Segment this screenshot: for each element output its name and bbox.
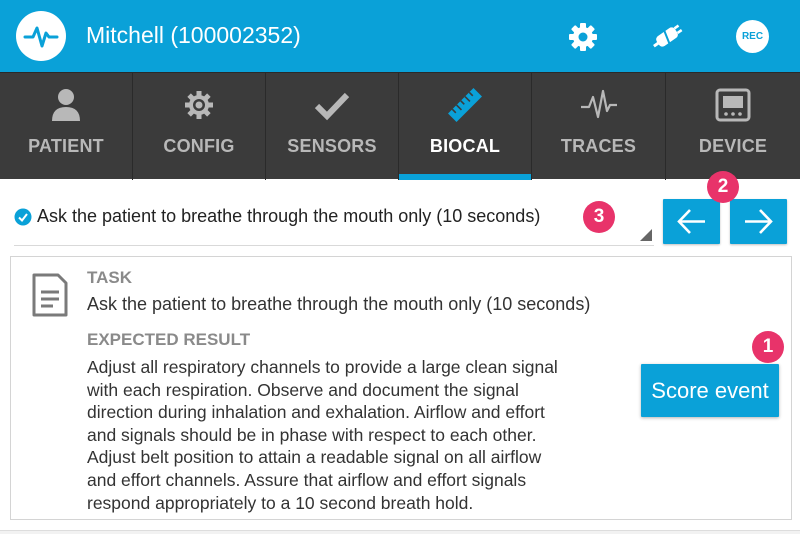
expected-result-line: direction during inhalation and exhalati… [87,402,545,423]
document-icon [31,273,69,317]
step-dropdown-value: Ask the patient to breathe through the m… [37,206,541,226]
gear-icon[interactable] [566,20,600,54]
annotation-badge-2: 2 [707,171,739,203]
expected-result-line: Adjust all respiratory channels to provi… [87,357,558,377]
app-bar: Mitchell (100002352) REC [0,0,800,72]
task-label: TASK [87,268,133,287]
prev-step-button[interactable] [663,199,720,244]
task-card: TASK Ask the patient to breathe through … [10,256,792,520]
gear-icon [179,87,219,123]
plug-icon[interactable] [650,20,684,54]
annotation-badge-3: 3 [583,201,615,233]
tab-config[interactable]: CONFIG [133,73,266,180]
task-text: Ask the patient to breathe through the m… [87,294,591,314]
rec-icon[interactable]: REC [736,20,769,53]
dropdown-triangle-icon [640,229,652,241]
next-step-button[interactable] [730,199,787,244]
arrow-left-icon [677,209,705,234]
pulse-logo-icon[interactable] [16,11,66,61]
tab-traces[interactable]: TRACES [532,73,666,180]
bottom-divider [0,530,800,534]
active-tab-indicator [399,174,531,180]
expected-result-line: and signals should be in phase with resp… [87,424,537,445]
expected-result-text: Adjust all respiratory channels to provi… [87,356,617,514]
arrow-right-icon [745,209,773,234]
tab-patient[interactable]: PATIENT [0,73,133,180]
person-icon [46,87,86,123]
patient-title: Mitchell (100002352) [86,22,301,48]
expected-result-line: with each respiration. Observe and docum… [87,379,519,400]
main-tab-bar: PATIENT CONFIG SENSORS BIOCAL TRACES DEV… [0,72,800,180]
ruler-icon [445,87,485,123]
waveform-icon [579,87,619,123]
expected-result-label: EXPECTED RESULT [87,330,251,349]
monitor-icon [713,87,753,123]
annotation-badge-1: 1 [752,331,784,363]
tab-device[interactable]: DEVICE [666,73,800,180]
expected-result-line: Adjust belt position to attain a readabl… [87,447,542,468]
expected-result-line: respond appropriately to a 10 second bre… [87,492,474,513]
check-circle-icon [14,208,32,226]
expected-result-line: and effort channels. Assure that airflow… [87,469,527,490]
step-dropdown[interactable]: Ask the patient to breathe through the m… [14,196,654,246]
score-event-button[interactable]: Score event [641,364,779,417]
checkmark-icon [312,87,352,123]
tab-biocal[interactable]: BIOCAL [399,73,532,180]
tab-sensors[interactable]: SENSORS [266,73,399,180]
